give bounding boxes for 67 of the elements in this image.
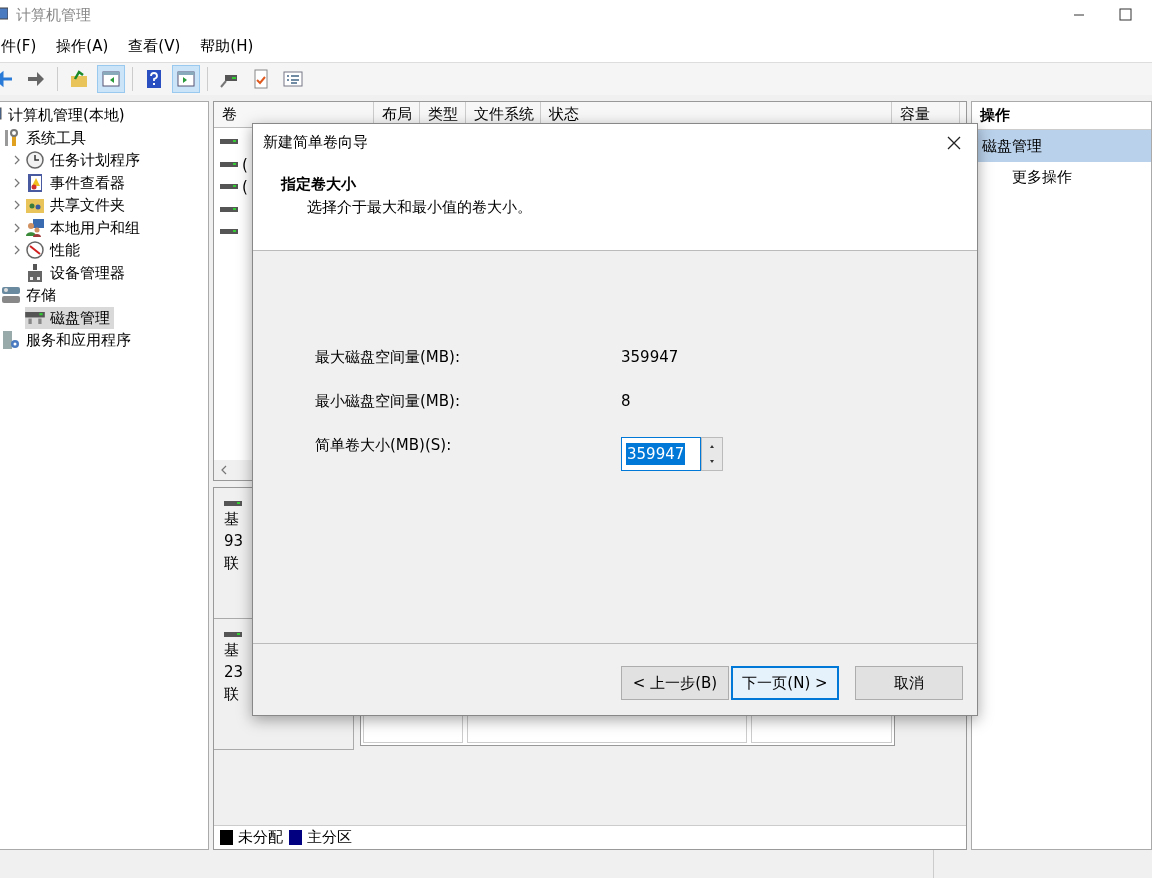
gauge-icon: [25, 240, 45, 261]
page-description: 选择介于最大和最小值的卷大小。: [307, 196, 533, 218]
forward-arrow-icon: [26, 69, 46, 89]
field-value: 8: [621, 390, 631, 412]
expand-chevron-icon[interactable]: [13, 155, 21, 166]
field-label: 最大磁盘空间量(MB):: [315, 346, 461, 368]
legend-label: 未分配: [238, 827, 283, 849]
clock-icon: [25, 150, 45, 171]
tree-item[interactable]: 服务和应用程序: [1, 329, 135, 352]
tree-item[interactable]: 计算机管理(本地): [0, 104, 129, 127]
drive-icon: [220, 228, 238, 237]
drive-icon: [224, 500, 242, 508]
users-icon: [25, 217, 45, 238]
field-value: 359947: [621, 346, 679, 368]
tree-pane-icon: [101, 69, 121, 89]
drive-icon: [224, 631, 242, 639]
tree-item[interactable]: 性能: [25, 239, 84, 262]
checklist-icon: [283, 69, 303, 89]
wizard-button[interactable]: < 上一步(B): [621, 666, 729, 700]
wizard-button[interactable]: 下一页(N) >: [731, 666, 839, 700]
back-arrow-icon: [0, 69, 14, 89]
legend-label: 主分区: [307, 827, 352, 849]
menu-item[interactable]: 操作(A): [56, 34, 109, 58]
disk-info-text: 联: [224, 684, 240, 705]
tree-item[interactable]: 设备管理器: [25, 261, 129, 284]
disk-info-text: 基: [224, 509, 240, 530]
folder-up-icon: [69, 69, 89, 89]
scroll-left-icon[interactable]: [220, 465, 228, 475]
tree-item[interactable]: 存储: [1, 284, 60, 307]
disk-drive-icon: [25, 311, 45, 324]
page-heading: 指定卷大小: [281, 174, 357, 195]
disk-info-text: 93: [224, 531, 245, 552]
field-label: 简单卷大小(MB)(S):: [315, 434, 453, 456]
drive-icon: [220, 205, 238, 214]
disk-info-text: 联: [224, 553, 240, 574]
event-log-icon: [25, 172, 45, 193]
field-label: 最小磁盘空间量(MB):: [315, 390, 461, 412]
expand-chevron-icon[interactable]: [13, 222, 21, 233]
disk-info-text: 基: [224, 640, 240, 661]
help-icon: [144, 69, 164, 89]
tree-item[interactable]: 磁盘管理: [25, 306, 114, 329]
tree-item[interactable]: 共享文件夹: [25, 194, 129, 217]
expand-chevron-icon[interactable]: [13, 245, 21, 256]
volume-name: (: [242, 177, 248, 198]
expand-chevron-icon[interactable]: [13, 200, 21, 211]
volume-name: (: [242, 154, 248, 176]
tree-item[interactable]: 本地用户和组: [25, 216, 144, 239]
size-input-field[interactable]: 359947: [621, 437, 701, 471]
action-pane-icon: [176, 69, 196, 89]
wizard-button[interactable]: 取消: [855, 666, 963, 700]
tree-item[interactable]: 系统工具: [1, 126, 90, 149]
menu-item[interactable]: 帮助(H): [200, 34, 254, 58]
storage-icon: [1, 285, 21, 306]
tree-item[interactable]: 事件查看器: [25, 171, 129, 194]
window-title: 计算机管理: [16, 4, 91, 26]
menu-item[interactable]: 查看(V): [128, 34, 181, 58]
checked-document-icon: [251, 69, 271, 89]
device-icon: [25, 262, 45, 283]
drive-icon: [220, 160, 238, 169]
expand-chevron-icon[interactable]: [13, 177, 21, 188]
actions-title: 操作: [980, 105, 1010, 127]
dialog-title: 新建简单卷向导: [263, 132, 368, 154]
drive-icon: [220, 183, 238, 192]
menu-item[interactable]: 件(F): [1, 34, 37, 58]
tree-item[interactable]: 任务计划程序: [25, 149, 144, 172]
disk-info-text: 23: [224, 662, 245, 683]
drive-icon: [220, 138, 238, 147]
